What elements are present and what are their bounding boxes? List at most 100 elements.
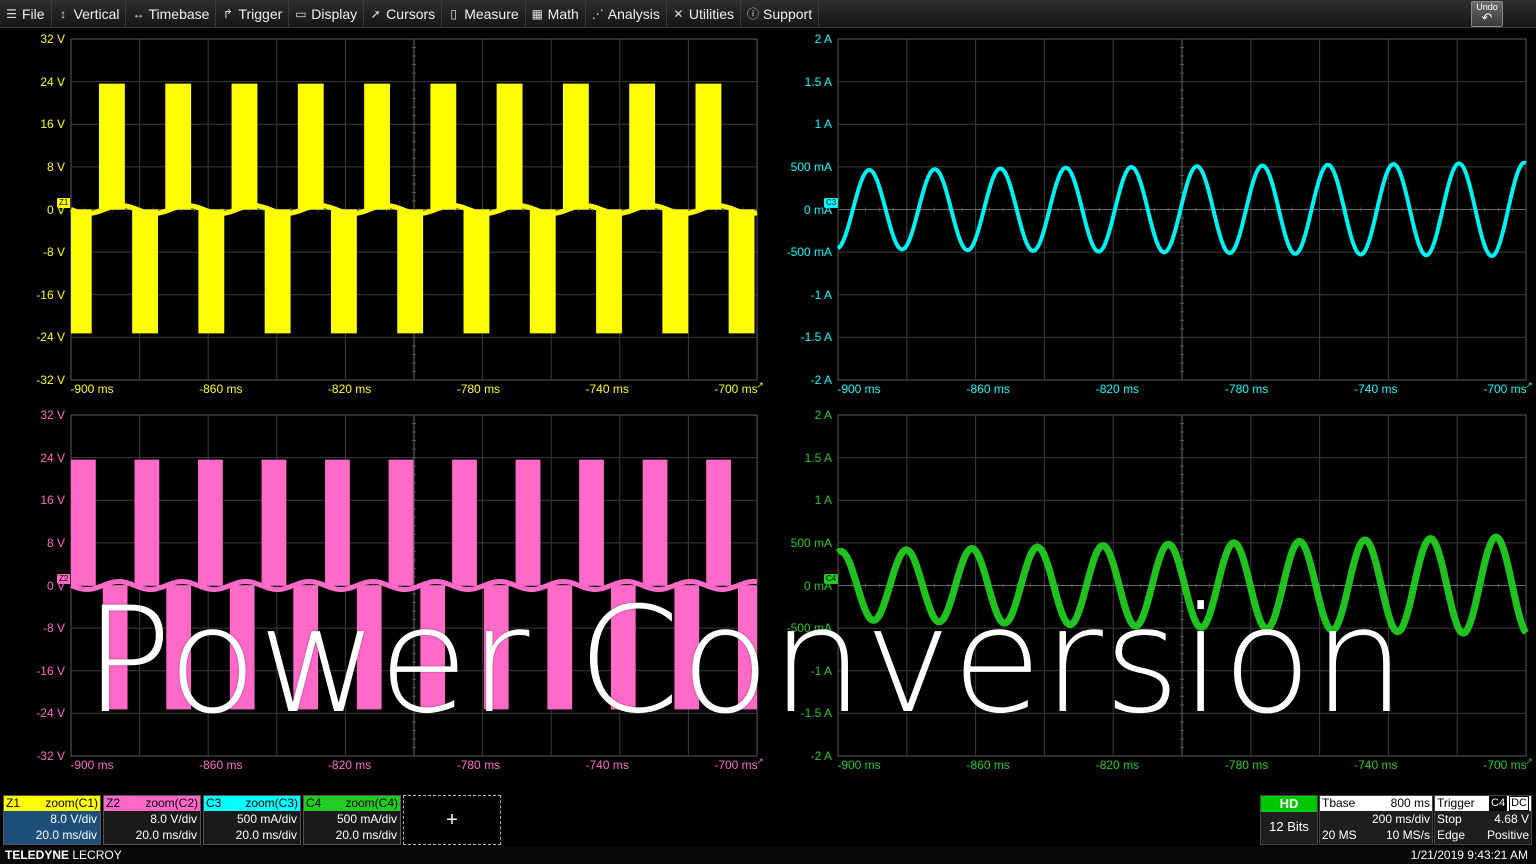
x-tick-label: -900 ms [70,382,114,396]
add-trace-button[interactable]: + [403,795,501,845]
x-axis-arrow-icon: ↗ [756,380,764,390]
menu-display[interactable]: ▭ Display [289,0,365,28]
acq-mode-box[interactable]: HD 12 Bits [1260,795,1318,845]
menu-timebase[interactable]: ↔ Timebase [126,0,217,28]
menu-trigger[interactable]: ↱ Trigger [216,0,290,28]
y-tick-label: 24 V [40,450,65,465]
menu-measure[interactable]: ▯ Measure [442,0,526,28]
tools-icon: ✕ [673,6,684,21]
analysis-icon: ⋰ [591,6,604,21]
grid-z1[interactable] [70,38,758,381]
timebase-box[interactable]: Tbase 800 ms 200 ms/div 20 MS 10 MS/s [1319,795,1433,845]
undo-button[interactable]: Undo ↶ [1471,1,1503,27]
menu-label: Measure [464,5,519,22]
channel-name: C3 [206,796,222,810]
x-tick-label: -780 ms [1224,758,1269,772]
y-tick-label: -1 A [810,287,832,302]
channel-source: zoom(C1) [45,796,98,810]
x-tick-label: -700 ms [1483,758,1527,772]
y-tick-label: -500 mA [786,245,832,260]
menu-analysis[interactable]: ⋰ Analysis [586,0,667,28]
y-tick-label: 32 V [40,408,65,422]
status-bar: TELEDYNE LECROY 1/21/2019 9:43:21 AM [0,847,1536,864]
menu-support[interactable]: ⓘ Support [741,0,820,28]
channel-box-z2[interactable]: Z2 zoom(C2) 8.0 V/div 20.0 ms/div [103,795,201,845]
timebase-rate: 10 MS/s [1385,828,1430,842]
x-tick-label: -780 ms [1224,382,1269,396]
x-tick-label: -820 ms [1095,758,1140,772]
timebase-tdiv: 200 ms/div [1371,812,1430,826]
menu-math[interactable]: ▦ Math [526,0,586,28]
y-tick-label: 32 V [40,32,65,46]
x-tick-label: -740 ms [585,382,629,396]
y-tick-label: 1 A [814,117,832,132]
info-icon: ⓘ [747,7,760,21]
brand-bold: TELEDYNE [5,848,70,862]
y-tick-label: 24 V [40,74,65,89]
x-axis-arrow-icon: ↗ [1525,756,1533,766]
y-tick-label: 0 V [46,578,65,593]
x-tick-label: -740 ms [585,758,629,772]
channel-vdiv: 8.0 V/div [50,812,97,826]
x-tick-label: -860 ms [199,758,243,772]
menu-cursors[interactable]: ➚ Cursors [364,0,443,28]
channel-tdiv: 20.0 ms/div [35,828,97,842]
cursor-icon: ➚ [370,6,381,21]
channel-name: Z1 [6,796,21,810]
y-tick-label: 2 A [814,408,832,422]
menu-vertical[interactable]: ↕ Vertical [52,0,127,28]
channel-source: zoom(C2) [145,796,198,810]
grid-z1-svg [70,38,758,381]
y-tick-label: 500 mA [790,535,832,550]
menu-label: Trigger [238,5,283,22]
channel-vdiv: 500 mA/div [236,812,297,826]
x-tick-label: -860 ms [966,382,1010,396]
y-tick-label: 0 mA [803,202,832,217]
trigger-coupling: DC [1509,796,1529,811]
channel-box-z1[interactable]: Z1 zoom(C1) 8.0 V/div 20.0 ms/div [3,795,101,845]
y-tick-label: -16 V [36,663,65,678]
menu-utilities[interactable]: ✕ Utilities [667,0,742,28]
menu-label: File [22,5,45,22]
y-tick-label: 8 V [46,535,65,550]
y-tick-label: -1.5 A [800,330,832,345]
y-tick-label: -8 V [42,621,65,636]
hamburger-icon: ☰ [6,6,17,21]
channel-box-c3[interactable]: C3 zoom(C3) 500 mA/div 20.0 ms/div [203,795,301,845]
grid-c3[interactable] [836,38,1527,381]
x-tick-label: -900 ms [70,758,114,772]
x-tick-label: -740 ms [1354,758,1398,772]
x-tick-label: -820 ms [327,758,372,772]
y-tick-label: 0 V [46,202,65,217]
trigger-level: 4.68 V [1494,812,1529,826]
x-tick-label: -900 ms [837,758,881,772]
trigger-icon: ↱ [222,6,233,21]
menu-label: Analysis [607,5,660,22]
menu-bar: ☰ File ↕ Vertical ↔ Timebase ↱ Trigger ▭ Display ➚… [0,0,1536,28]
y-tick-label: -32 V [36,373,65,387]
channel-header: Z1 zoom(C1) [4,796,100,811]
y-tick-label: -8 V [42,245,65,260]
x-tick-label: -700 ms [714,382,758,396]
y-tick-label: -24 V [36,706,65,721]
datetime: 1/21/2019 9:43:21 AM [1410,848,1528,862]
x-axis-arrow-icon: ↗ [756,756,764,766]
vertical-arrows-icon: ↕ [60,6,67,21]
x-tick-label: -700 ms [714,758,758,772]
grid-c3-svg [836,38,1527,381]
x-axis-arrow-icon: ↗ [1525,380,1533,390]
trigger-mode: Stop [1437,812,1462,826]
trigger-box[interactable]: Trigger C4 DC Stop 4.68 V Edge Positive [1434,795,1532,845]
trigger-source: C4 [1489,796,1508,811]
menu-label: Support [763,5,813,22]
timebase-header: Tbase 800 ms [1320,796,1432,811]
channel-header: C3 zoom(C3) [204,796,300,811]
menu-label: Utilities [688,5,735,22]
channel-header: C4 zoom(C4) [304,796,400,811]
channel-box-c4[interactable]: C4 zoom(C4) 500 mA/div 20.0 ms/div [303,795,401,845]
y-tick-label: 1 A [814,493,832,508]
brand-logo: TELEDYNE LECROY [5,847,122,864]
timebase-title: Tbase [1322,796,1356,810]
menu-file[interactable]: ☰ File [0,0,52,28]
channel-source: zoom(C4) [345,796,398,810]
